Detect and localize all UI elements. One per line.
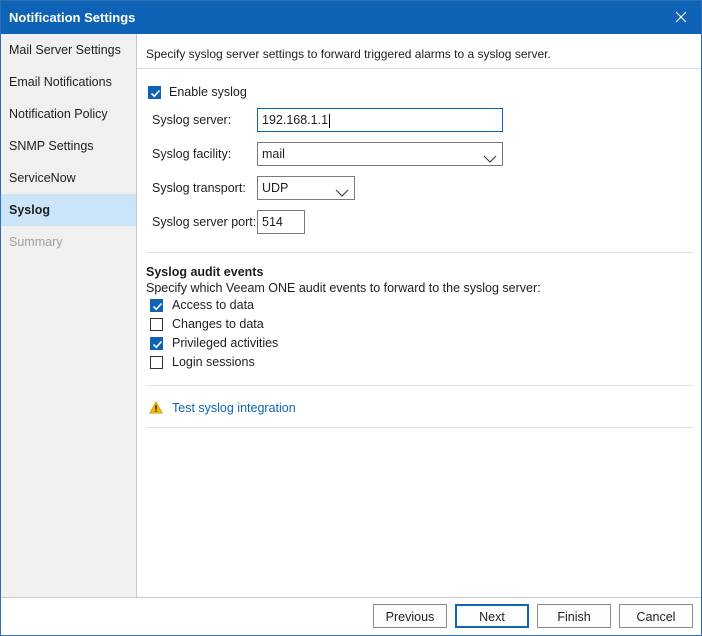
syslog-server-input[interactable]: 192.168.1.1 xyxy=(257,108,503,132)
enable-syslog-checkbox[interactable] xyxy=(148,86,161,99)
sidebar: Mail Server Settings Email Notifications… xyxy=(1,34,137,597)
sidebar-item-mail-server-settings[interactable]: Mail Server Settings xyxy=(1,34,136,66)
login-sessions-label: Login sessions xyxy=(172,355,255,369)
audit-section-title: Syslog audit events xyxy=(146,265,264,279)
page-description: Specify syslog server settings to forwar… xyxy=(146,47,551,61)
warning-icon xyxy=(149,401,163,417)
close-icon[interactable] xyxy=(671,7,691,27)
notification-settings-window: Notification Settings Mail Server Settin… xyxy=(0,0,702,636)
test-syslog-integration-link[interactable]: Test syslog integration xyxy=(172,401,296,415)
access-to-data-checkbox[interactable] xyxy=(150,299,163,312)
previous-button[interactable]: Previous xyxy=(373,604,447,628)
syslog-server-label: Syslog server: xyxy=(152,113,232,127)
sidebar-item-snmp-settings[interactable]: SNMP Settings xyxy=(1,130,136,162)
check-icon xyxy=(152,340,163,349)
syslog-transport-value: UDP xyxy=(262,181,289,195)
text-cursor xyxy=(329,113,331,128)
syslog-facility-value: mail xyxy=(262,147,285,161)
window-title: Notification Settings xyxy=(9,10,136,25)
sidebar-item-syslog[interactable]: Syslog xyxy=(1,194,136,226)
sidebar-item-email-notifications[interactable]: Email Notifications xyxy=(1,66,136,98)
login-sessions-checkbox[interactable] xyxy=(150,356,163,369)
cancel-button[interactable]: Cancel xyxy=(619,604,693,628)
syslog-server-value: 192.168.1.1 xyxy=(262,113,329,127)
header-divider xyxy=(137,68,701,69)
section-divider xyxy=(146,427,694,428)
section-divider xyxy=(146,385,694,386)
syslog-port-label: Syslog server port: xyxy=(152,215,257,229)
syslog-port-input[interactable]: 514 xyxy=(257,210,305,234)
chevron-down-icon xyxy=(335,183,349,205)
audit-section-description: Specify which Veeam ONE audit events to … xyxy=(146,281,541,295)
check-icon xyxy=(152,302,163,311)
next-button[interactable]: Next xyxy=(455,604,529,628)
changes-to-data-label: Changes to data xyxy=(172,317,264,331)
sidebar-item-notification-policy[interactable]: Notification Policy xyxy=(1,98,136,130)
finish-button[interactable]: Finish xyxy=(537,604,611,628)
syslog-facility-label: Syslog facility: xyxy=(152,147,232,161)
sidebar-item-summary: Summary xyxy=(9,235,63,249)
main-panel: Specify syslog server settings to forwar… xyxy=(137,34,701,597)
privileged-activities-label: Privileged activities xyxy=(172,336,279,350)
privileged-activities-checkbox[interactable] xyxy=(150,337,163,350)
syslog-transport-select[interactable]: UDP xyxy=(257,176,355,200)
section-divider xyxy=(146,252,694,253)
syslog-transport-label: Syslog transport: xyxy=(152,181,246,195)
sidebar-item-servicenow[interactable]: ServiceNow xyxy=(1,162,136,194)
changes-to-data-checkbox[interactable] xyxy=(150,318,163,331)
access-to-data-label: Access to data xyxy=(172,298,254,312)
footer-divider xyxy=(1,597,701,598)
title-bar: Notification Settings xyxy=(1,1,701,34)
syslog-facility-select[interactable]: mail xyxy=(257,142,503,166)
enable-syslog-label: Enable syslog xyxy=(169,85,247,99)
check-icon xyxy=(150,89,161,98)
syslog-port-value: 514 xyxy=(262,215,283,229)
chevron-down-icon xyxy=(483,149,497,171)
